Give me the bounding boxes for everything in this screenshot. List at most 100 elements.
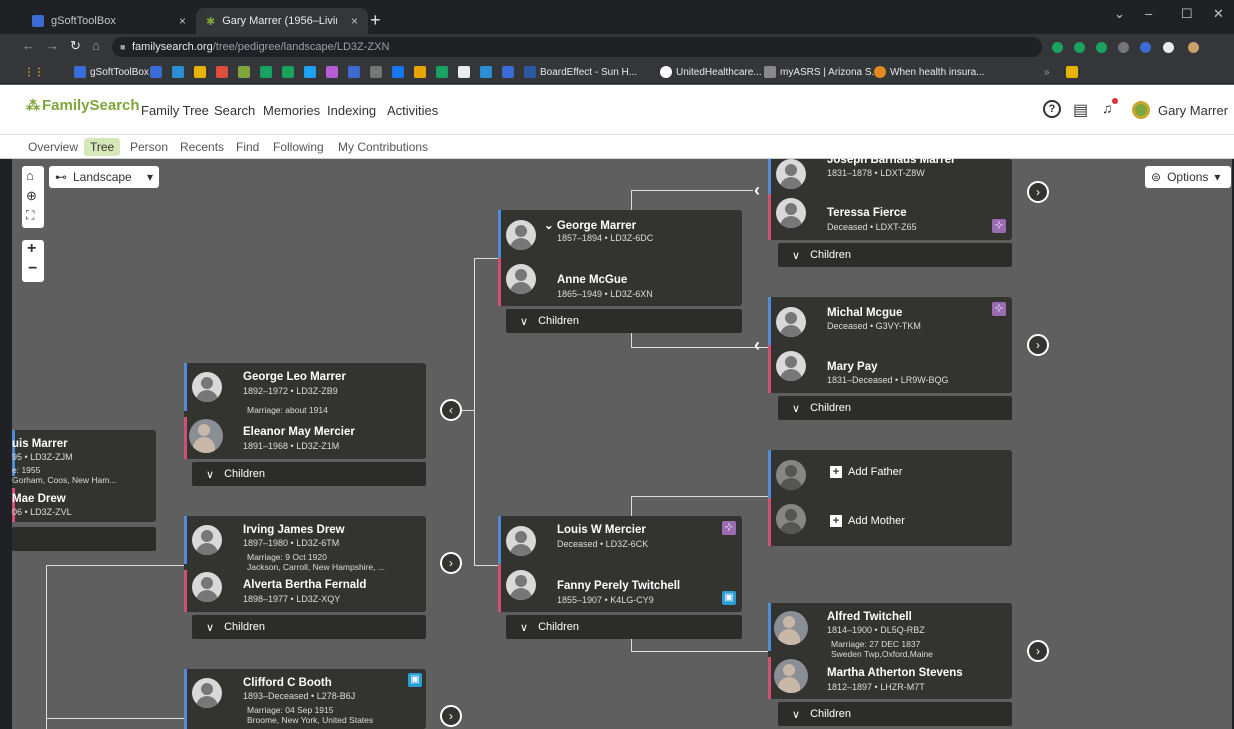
spouse-name[interactable]: Anne McGue (557, 274, 627, 286)
person-avatar[interactable] (192, 525, 222, 555)
couple-card-louis-marrer[interactable]: uis Marrer 95 • LD3Z-ZJM e: 1955 Gorham,… (12, 430, 156, 522)
subnav-overview[interactable]: Overview (22, 138, 84, 156)
recenter-icon[interactable]: ⊕ (26, 188, 37, 204)
bookmark-icon-only[interactable] (216, 64, 228, 80)
bookmark-icon-only[interactable] (370, 64, 382, 80)
subnav-following[interactable]: Following (267, 138, 330, 156)
nav-activities[interactable]: Activities (387, 103, 438, 118)
nav-memories[interactable]: Memories (263, 103, 320, 118)
familysearch-logo[interactable]: ⁂ FamilySearch (26, 97, 140, 114)
children-row[interactable]: ∨ Children (778, 702, 1012, 726)
couple-card-louis-w-mercier[interactable]: Louis W Mercier Deceased • LD3Z-6CK ⊹ Fa… (498, 516, 742, 612)
user-avatar[interactable] (1132, 101, 1150, 119)
person-avatar[interactable] (192, 572, 222, 602)
collapse-left-icon[interactable]: ‹ (754, 180, 760, 201)
fullscreen-icon[interactable]: ⛶ (26, 208, 34, 223)
bookmark-icon-only[interactable] (194, 64, 206, 80)
children-row[interactable]: ∨ Children (192, 615, 426, 639)
reload-icon[interactable]: ↻ (70, 38, 81, 54)
children-row[interactable]: ∨ Children (506, 615, 742, 639)
spouse-name[interactable]: Teressa Fierce (827, 207, 907, 219)
children-row[interactable]: ∨ Children (506, 309, 742, 333)
person-name[interactable]: Joseph Barnaus Marrer (827, 154, 955, 166)
bookmark-icon-only[interactable] (326, 64, 338, 80)
person-avatar[interactable] (776, 307, 806, 337)
person-avatar[interactable] (506, 570, 536, 600)
person-name[interactable]: Louis W Mercier (557, 524, 646, 536)
spouse-name[interactable]: Martha Atherton Stevens (827, 667, 963, 679)
home-icon[interactable]: ⌂ (92, 38, 100, 53)
user-name[interactable]: Gary Marrer (1158, 103, 1228, 118)
spouse-name[interactable]: Eleanor May Mercier (243, 426, 355, 438)
url-field[interactable]: ■ familysearch.org/tree/pedigree/landsca… (112, 37, 1042, 57)
subnav-tree[interactable]: Tree (84, 138, 121, 156)
nav-search[interactable]: Search (214, 103, 255, 118)
couple-card-joseph-marrer[interactable]: Joseph Barnaus Marrer 1831–1878 • LDXT-Z… (768, 154, 1012, 240)
nav-family-tree[interactable]: Family Tree (141, 103, 209, 118)
subnav-find[interactable]: Find (230, 138, 265, 156)
bookmark-icon-only[interactable] (436, 64, 448, 80)
add-mother-button[interactable]: + Add Mother (830, 515, 905, 527)
couple-card-alfred-twitchell[interactable]: Alfred Twitchell 1814–1900 • DL5Q-RBZ Ma… (768, 603, 1012, 699)
maximize-button[interactable]: ☐ (1181, 6, 1193, 22)
back-icon[interactable]: ← (22, 38, 35, 53)
profile-avatar-icon[interactable] (1188, 42, 1199, 53)
browser-tab-familysearch[interactable]: ✱ Gary Marrer (1956–Living), Rebec × (196, 8, 368, 34)
person-avatar[interactable] (506, 220, 536, 250)
couple-card-george-marrer[interactable]: ⌄ George Marrer 1857–1894 • LD3Z-6DC Ann… (498, 210, 742, 306)
record-hint-icon[interactable]: ⊹ (992, 302, 1006, 316)
person-name[interactable]: uis Marrer (12, 438, 68, 450)
couple-card-george-leo-marrer[interactable]: George Leo Marrer 1892–1972 • LD3Z-ZB9 M… (184, 363, 426, 459)
bookmark-icon-only[interactable] (458, 64, 470, 80)
bookmark-icon-only[interactable] (480, 64, 492, 80)
person-photo[interactable] (774, 611, 808, 645)
bookmark-icon-only[interactable] (238, 64, 250, 80)
person-avatar[interactable] (776, 198, 806, 228)
home-person-icon[interactable]: ⌂ (26, 168, 34, 183)
options-button[interactable]: ⊜ Options ▾ (1145, 166, 1231, 188)
bookmark-boardeffect[interactable]: BoardEffect - Sun H... (524, 64, 637, 80)
children-row[interactable]: ∨ Children (192, 462, 426, 486)
bookmark-unitedhealthcare[interactable]: UnitedHealthcare... (660, 64, 762, 80)
close-tab-icon[interactable]: × (351, 14, 358, 28)
couple-card-clifford-booth[interactable]: Clifford C Booth 1893–Deceased • L278-B6… (184, 669, 426, 729)
bookmark-myasrs[interactable]: myASRS | Arizona S... (764, 64, 880, 80)
expand-ancestors-button[interactable]: › (1027, 334, 1049, 356)
subnav-recents[interactable]: Recents (174, 138, 230, 156)
browser-tab-gsofttoolbox[interactable]: gSoftToolBox × (22, 8, 196, 34)
person-avatar[interactable] (776, 159, 806, 189)
more-bookmarks-icon[interactable]: » (1044, 64, 1050, 80)
bookmark-icon-only[interactable] (172, 64, 184, 80)
children-row[interactable]: ∨ Children (778, 243, 1012, 267)
spouse-name[interactable]: Mae Drew (12, 493, 66, 505)
children-row[interactable]: ∨ Children (778, 396, 1012, 420)
forward-icon[interactable]: → (46, 38, 59, 53)
extension-icon[interactable] (1096, 42, 1107, 53)
spouse-name[interactable]: Alverta Bertha Fernald (243, 579, 366, 591)
expand-ancestors-button[interactable]: › (1027, 640, 1049, 662)
zoom-in-button[interactable]: + (27, 240, 36, 258)
notifications-icon[interactable]: ♫ (1102, 98, 1118, 116)
person-avatar[interactable] (506, 264, 536, 294)
bookmark-icon-only[interactable] (392, 64, 404, 80)
close-window-button[interactable]: ✕ (1213, 6, 1224, 22)
person-name[interactable]: Clifford C Booth (243, 677, 332, 689)
person-name[interactable]: Irving James Drew (243, 524, 345, 536)
bookmark-gsofttoolbox[interactable]: gSoftToolBox (74, 64, 149, 80)
bookmark-health-insurance[interactable]: When health insura... (874, 64, 985, 80)
new-tab-button[interactable]: + (370, 10, 381, 30)
bookmark-icon-only[interactable] (502, 64, 514, 80)
view-selector[interactable]: ⊷ Landscape ▾ (49, 166, 159, 188)
other-bookmarks-icon[interactable] (1066, 64, 1078, 80)
messages-icon[interactable]: ▤ (1073, 100, 1088, 120)
expand-ancestors-button[interactable]: › (440, 705, 462, 727)
collapse-left-button[interactable]: ‹ (440, 399, 462, 421)
add-father-button[interactable]: + Add Father (830, 466, 902, 478)
person-avatar[interactable] (506, 526, 536, 556)
couple-card-michal-mcgue[interactable]: Michal Mcgue Deceased • G3VY-TKM ⊹ Mary … (768, 297, 1012, 393)
bookmark-icon-only[interactable] (150, 64, 162, 80)
person-avatar[interactable] (192, 372, 222, 402)
extension-icon[interactable] (1118, 42, 1129, 53)
apps-icon[interactable]: ⋮⋮ (24, 64, 44, 80)
collapse-left-icon[interactable]: ‹ (754, 335, 760, 356)
